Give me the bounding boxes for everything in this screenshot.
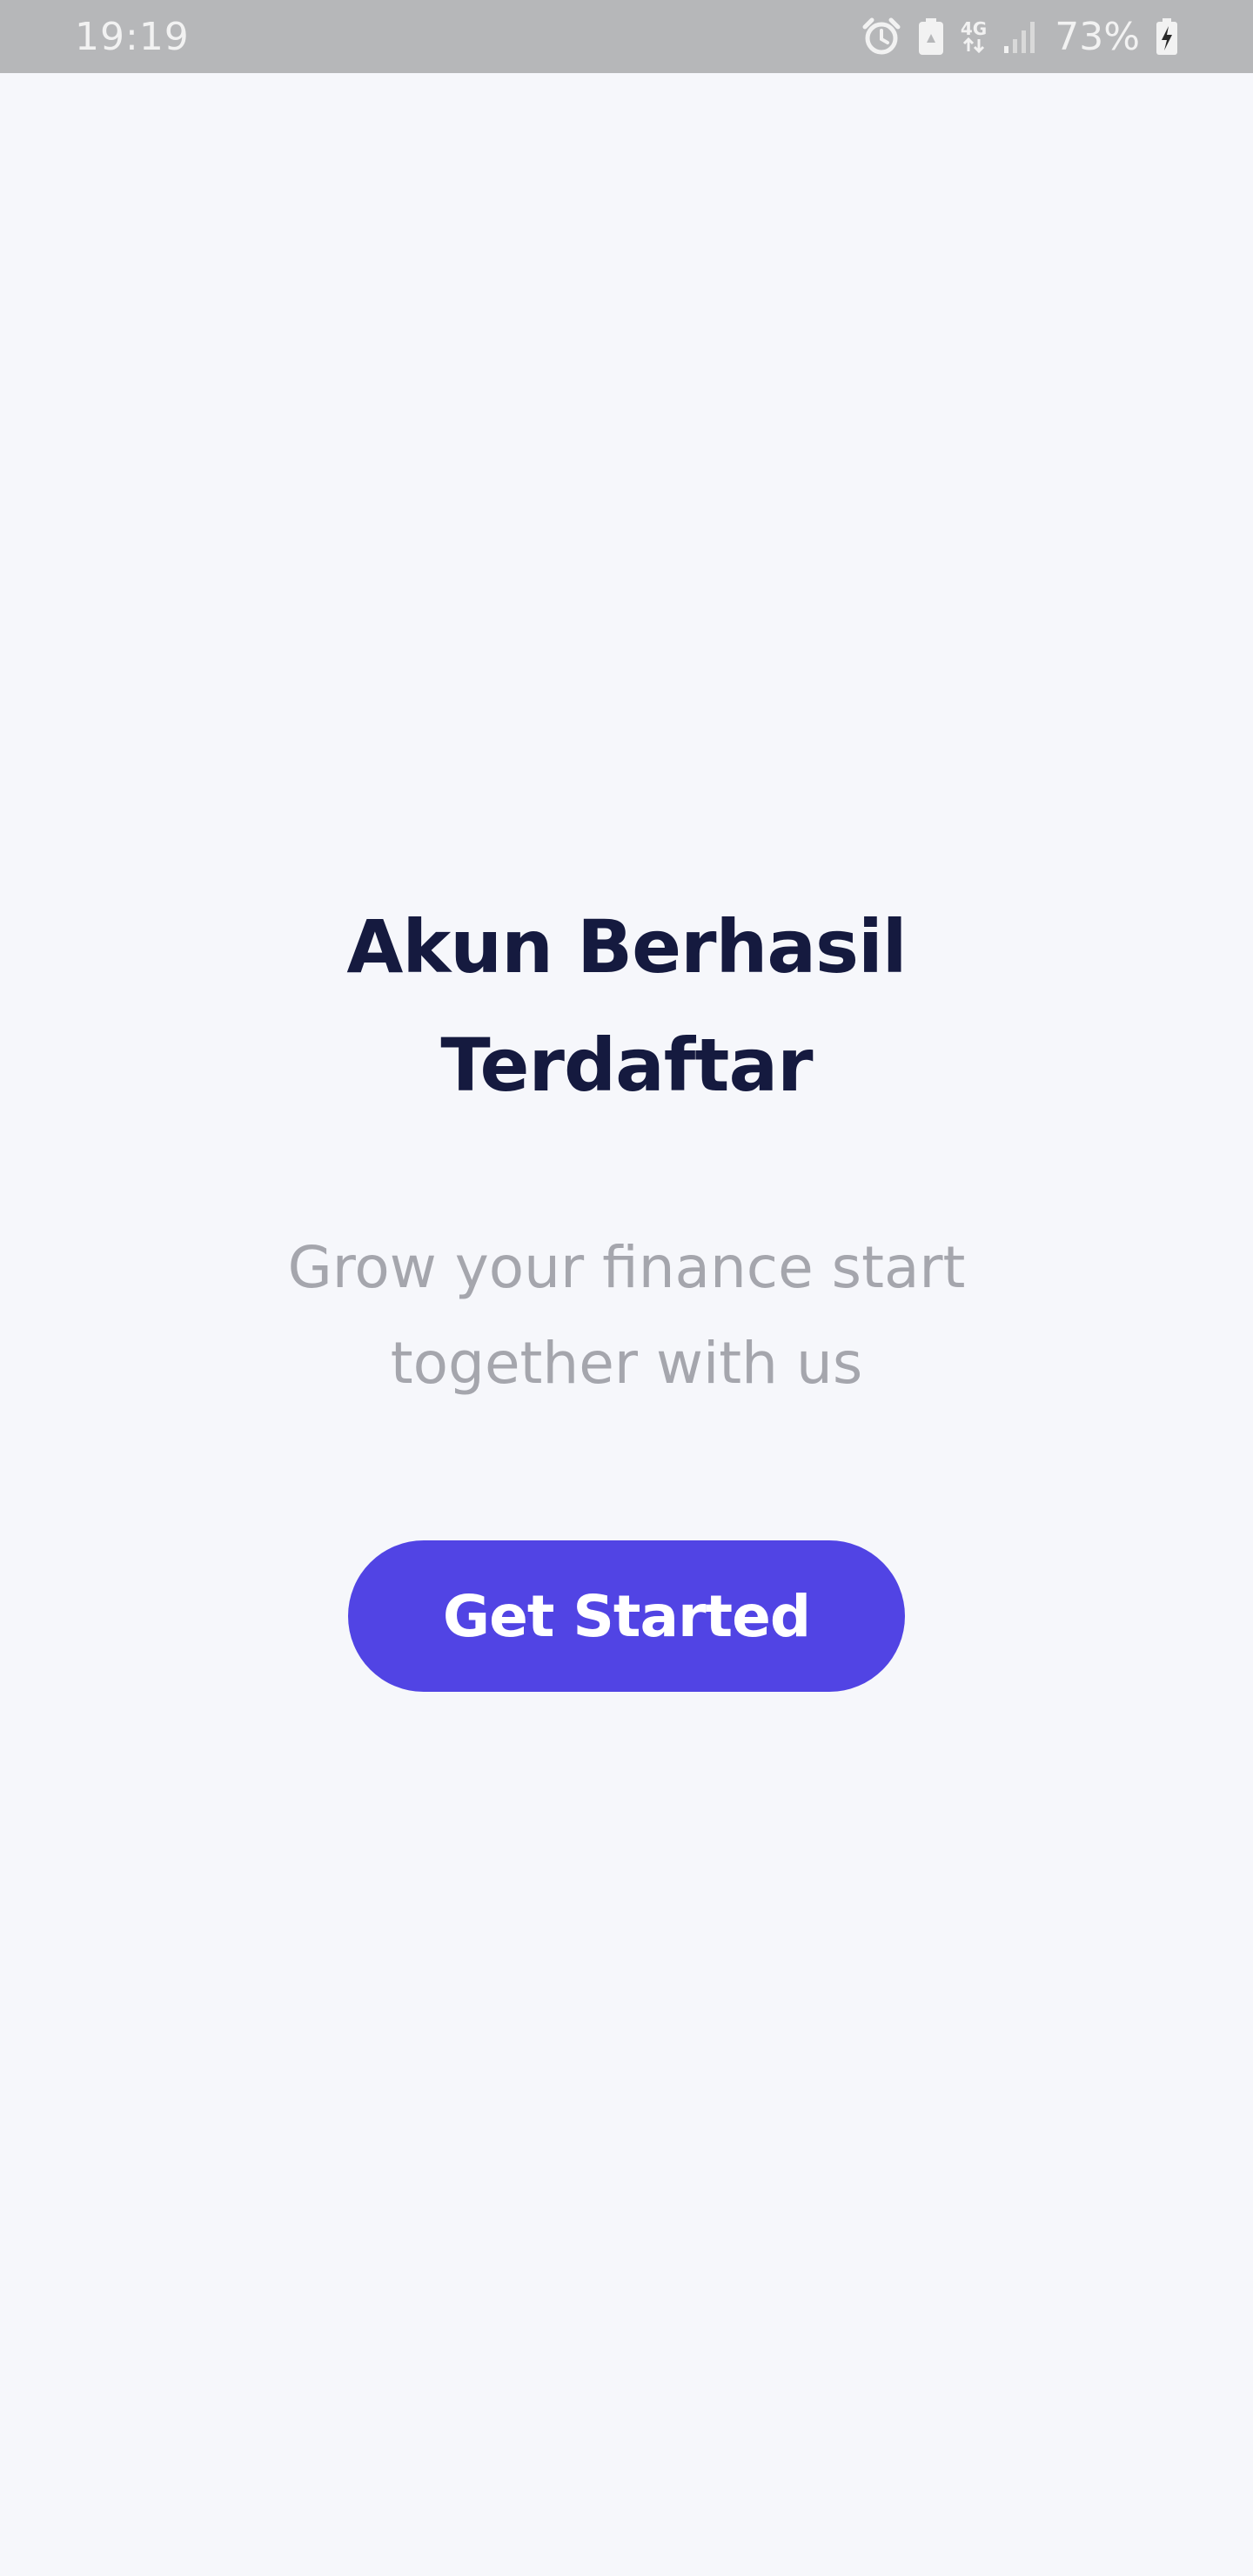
subtitle-line-1: Grow your finance start bbox=[287, 1234, 966, 1301]
battery-percent: 73% bbox=[1055, 14, 1140, 59]
get-started-button[interactable]: Get Started bbox=[348, 1540, 905, 1692]
subtitle: Grow your finance start together with us bbox=[235, 1220, 1018, 1412]
main-content: Akun Berhasil Terdaftar Grow your financ… bbox=[0, 888, 1253, 1412]
status-icons: 4G 73% bbox=[861, 15, 1178, 59]
network-type: 4G bbox=[960, 18, 988, 39]
alarm-icon bbox=[861, 16, 901, 57]
title-line-1: Akun Berhasil bbox=[346, 904, 907, 989]
page-title: Akun Berhasil Terdaftar bbox=[235, 888, 1018, 1124]
battery-charging-icon bbox=[1156, 16, 1178, 57]
battery-saver-icon bbox=[917, 16, 945, 57]
network-4g-icon: 4G bbox=[961, 16, 987, 57]
subtitle-line-2: together with us bbox=[390, 1330, 863, 1397]
status-time: 19:19 bbox=[75, 14, 190, 59]
signal-icon bbox=[1002, 16, 1039, 57]
title-line-2: Terdaftar bbox=[440, 1023, 813, 1108]
status-bar: 19:19 4G 73% bbox=[0, 0, 1253, 73]
